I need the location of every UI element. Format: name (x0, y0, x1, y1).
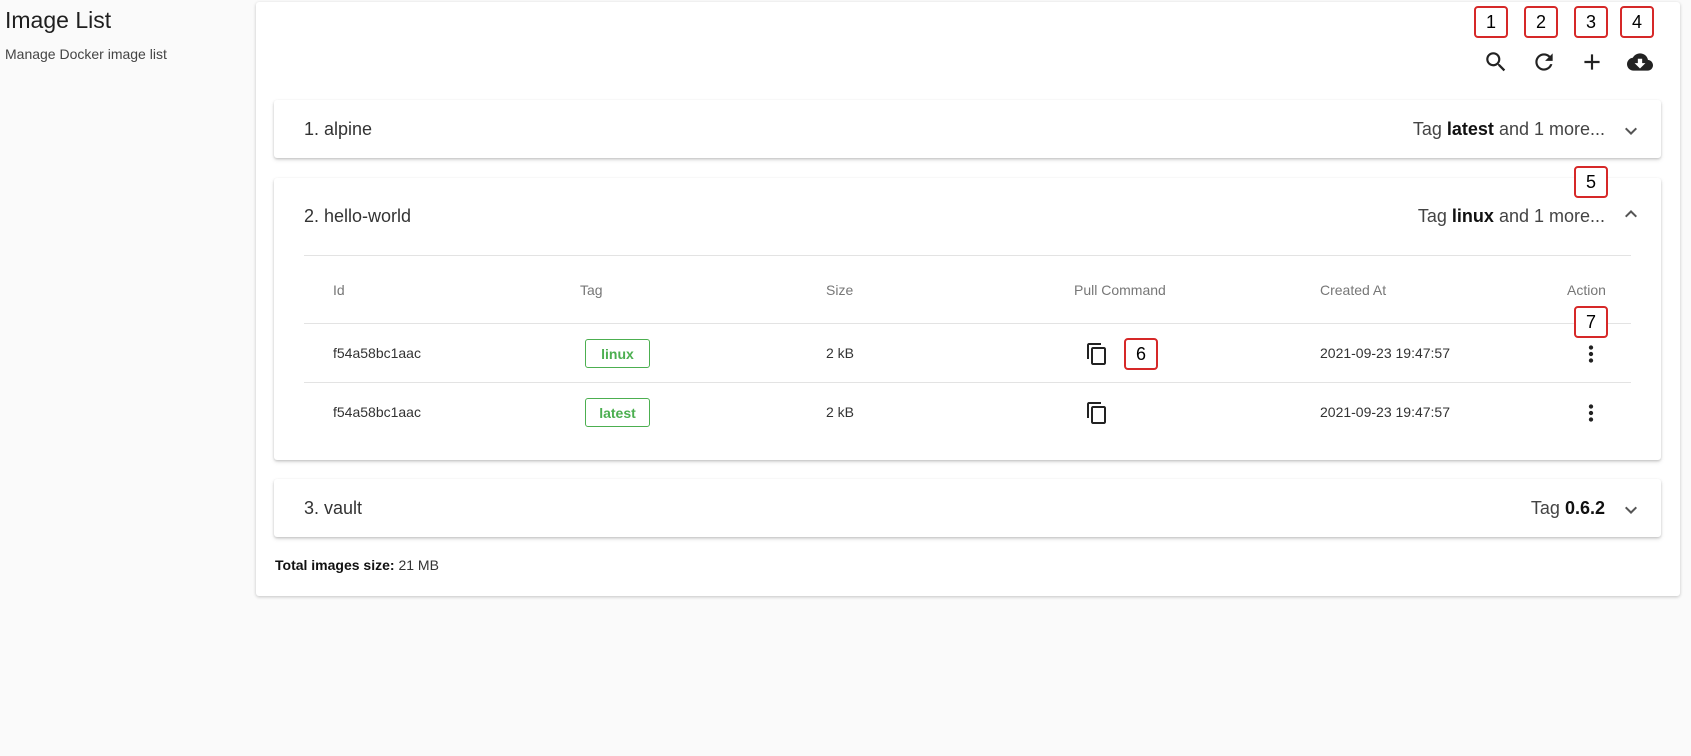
panel-header-alpine[interactable]: 1. alpine Tag latest and 1 more... (274, 100, 1661, 158)
add-image-button[interactable] (1568, 46, 1616, 78)
total-size-label: Total images size: (275, 557, 395, 573)
search-button[interactable] (1472, 46, 1520, 78)
panel-header-vault[interactable]: 3. vault Tag 0.6.2 (274, 479, 1661, 537)
chevron-down-icon[interactable] (1619, 498, 1643, 522)
more-vert-icon (1588, 404, 1594, 422)
column-header-id: Id (333, 282, 345, 298)
cloud-download-icon (1627, 53, 1653, 71)
table-header-divider (304, 323, 1631, 324)
image-id: f54a58bc1aac (333, 404, 421, 420)
marker-1: 1 (1474, 6, 1508, 38)
summary-tag: linux (1451, 206, 1494, 226)
pull-image-button[interactable] (1616, 46, 1664, 78)
image-panel-vault: 3. vault Tag 0.6.2 (274, 479, 1661, 537)
image-panel-hello-world: 2. hello-world Tag linux and 1 more... (274, 178, 1661, 460)
tag-chip: linux (585, 339, 650, 368)
panel-title: 1. alpine (304, 119, 373, 139)
panel-divider (304, 255, 1631, 256)
image-size: 2 kB (826, 404, 855, 420)
marker-3: 3 (1574, 6, 1608, 38)
marker-2: 2 (1524, 6, 1558, 38)
tag-chip: latest (585, 398, 650, 427)
panel-tag-summary: Tag latest and 1 more... (1412, 119, 1605, 139)
panel-header-hello-world[interactable]: 2. hello-world Tag linux and 1 more... (274, 178, 1661, 256)
marker-7: 7 (1574, 306, 1608, 338)
column-header-pull-command: Pull Command (1074, 282, 1166, 298)
row-actions-button[interactable] (1577, 399, 1605, 427)
page-header: Image List Manage Docker image list (5, 6, 245, 62)
summary-tag: 0.6.2 (1564, 498, 1605, 518)
refresh-icon (1535, 53, 1553, 71)
created-at: 2021-09-23 19:47:57 (1320, 345, 1450, 361)
total-size: Total images size: 21 MB (275, 557, 439, 573)
column-header-tag: Tag (580, 282, 603, 298)
total-size-value: 21 MB (398, 557, 439, 573)
row-actions-button[interactable] (1577, 340, 1605, 368)
image-size: 2 kB (826, 345, 855, 361)
toolbar (1472, 46, 1664, 78)
summary-tag: latest (1446, 119, 1494, 139)
marker-5: 5 (1574, 166, 1608, 198)
panel-title: 3. vault (304, 498, 363, 518)
column-header-created-at: Created At (1320, 282, 1387, 298)
panel-tag-summary: Tag 0.6.2 (1530, 498, 1605, 518)
search-icon (1486, 52, 1506, 72)
marker-6: 6 (1124, 338, 1158, 370)
page-title: Image List (5, 7, 112, 33)
panel-title: 2. hello-world (304, 206, 412, 226)
chevron-down-icon[interactable] (1619, 119, 1643, 143)
image-id: f54a58bc1aac (333, 345, 421, 361)
copy-pull-command-button[interactable] (1083, 399, 1111, 427)
chevron-up-icon[interactable] (1619, 202, 1643, 226)
copy-pull-command-button[interactable] (1083, 340, 1111, 368)
image-panel-alpine: 1. alpine Tag latest and 1 more... (274, 100, 1661, 158)
marker-4: 4 (1620, 6, 1654, 38)
copy-icon (1087, 343, 1106, 365)
row-divider (304, 382, 1631, 383)
page-subtitle: Manage Docker image list (5, 46, 167, 62)
more-vert-icon (1588, 345, 1594, 363)
refresh-button[interactable] (1520, 46, 1568, 78)
add-icon (1584, 54, 1600, 70)
created-at: 2021-09-23 19:47:57 (1320, 404, 1450, 420)
copy-icon (1087, 402, 1106, 424)
column-header-size: Size (826, 282, 854, 298)
panel-tag-summary: Tag linux and 1 more... (1417, 206, 1605, 226)
column-header-action: Action (1567, 282, 1606, 298)
